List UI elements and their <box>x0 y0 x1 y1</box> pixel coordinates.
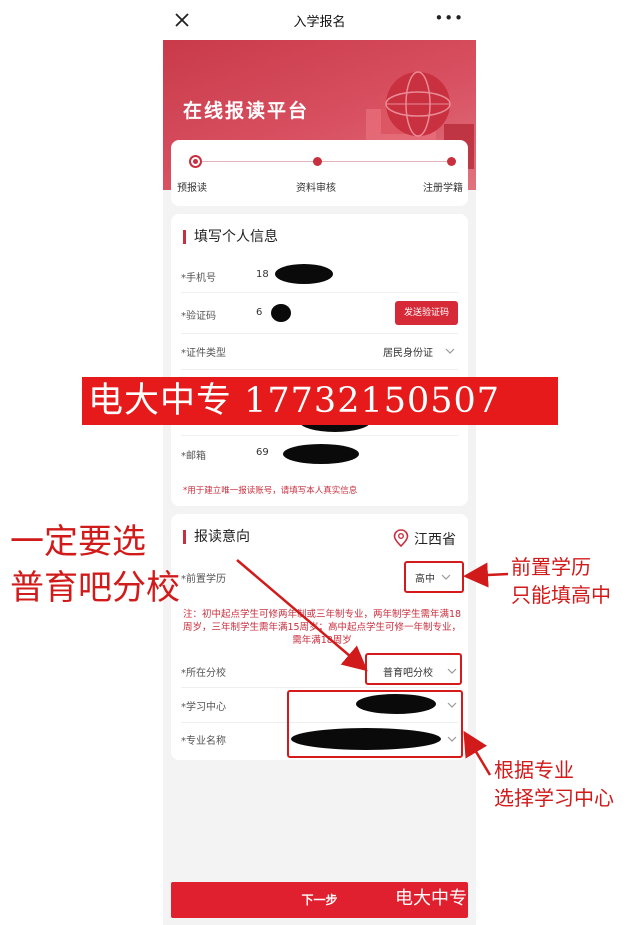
learning-center-label: *学习中心 <box>181 702 226 713</box>
annotation-edu-1: 前置学历 <box>511 555 591 579</box>
email-label: *邮箱 <box>181 451 206 462</box>
major-label: *专业名称 <box>181 736 226 747</box>
center-major-highlight-box <box>287 690 463 758</box>
phone-screen: 入学报名 ••• 在线报读平台 预报读 资料审核 注册学籍 填写个人信息 *手机… <box>163 0 476 925</box>
send-code-button[interactable]: 发送验证码 <box>395 301 458 325</box>
phone-input[interactable]: 18 <box>256 269 269 280</box>
watermark-bottom: 电大中专 <box>395 888 467 909</box>
email-input[interactable]: 69 <box>256 447 269 458</box>
privacy-hint: *用于建立唯一报读账号，请填写本人真实信息 <box>183 486 358 496</box>
redaction-blot <box>271 304 291 322</box>
divider <box>181 369 458 370</box>
annotation-edu-2: 只能填高中 <box>511 583 611 607</box>
step-label-3: 注册学籍 <box>423 183 463 194</box>
personal-info-card: 填写个人信息 *手机号 18 *验证码 6 发送验证码 *证件类型 居民身份证 … <box>171 214 468 506</box>
step-dot-2 <box>313 157 322 166</box>
divider <box>181 435 458 436</box>
personal-info-title: 填写个人信息 <box>183 230 278 244</box>
divider <box>181 687 458 688</box>
annotation-major-2: 选择学习中心 <box>494 786 614 810</box>
branch-label: *所在分校 <box>181 668 226 679</box>
step-label-1: 预报读 <box>177 183 207 194</box>
redaction-blot <box>283 444 359 464</box>
phone-label: *手机号 <box>181 273 216 284</box>
id-type-select[interactable]: 居民身份证 <box>383 344 433 359</box>
province-select[interactable]: 江西省 <box>414 529 456 549</box>
edu-label: *前置学历 <box>181 574 226 585</box>
annotation-must-select-1: 一定要选 <box>10 522 146 562</box>
annotation-must-select-2: 普育吧分校 <box>10 568 180 608</box>
id-type-label: *证件类型 <box>181 348 226 359</box>
progress-steps: 预报读 资料审核 注册学籍 <box>171 140 468 206</box>
divider <box>181 333 458 334</box>
page-title: 入学报名 <box>293 15 346 30</box>
location-pin-icon <box>393 529 409 547</box>
step-label-2: 资料审核 <box>296 183 336 194</box>
more-icon[interactable]: ••• <box>434 9 464 27</box>
step-dot-1 <box>189 155 202 168</box>
code-label: *验证码 <box>181 311 216 322</box>
watermark-banner: 电大中专 17732150507 <box>82 377 558 425</box>
code-input[interactable]: 6 <box>256 307 262 318</box>
branch-highlight-box <box>365 653 462 685</box>
nav-bar: 入学报名 ••• <box>163 0 476 40</box>
intent-title: 报读意向 <box>183 530 250 544</box>
annotation-major-1: 根据专业 <box>494 758 574 782</box>
banner-title: 在线报读平台 <box>183 100 310 122</box>
step-dot-3 <box>447 157 456 166</box>
age-requirement-note: 注：初中起点学生可修两年制或三年制专业，两年制学生需年满18周岁，三年制学生需年… <box>182 609 462 646</box>
divider <box>181 292 458 293</box>
chevron-down-icon[interactable] <box>445 346 455 356</box>
redaction-blot <box>275 264 333 284</box>
edu-highlight-box <box>404 561 464 593</box>
